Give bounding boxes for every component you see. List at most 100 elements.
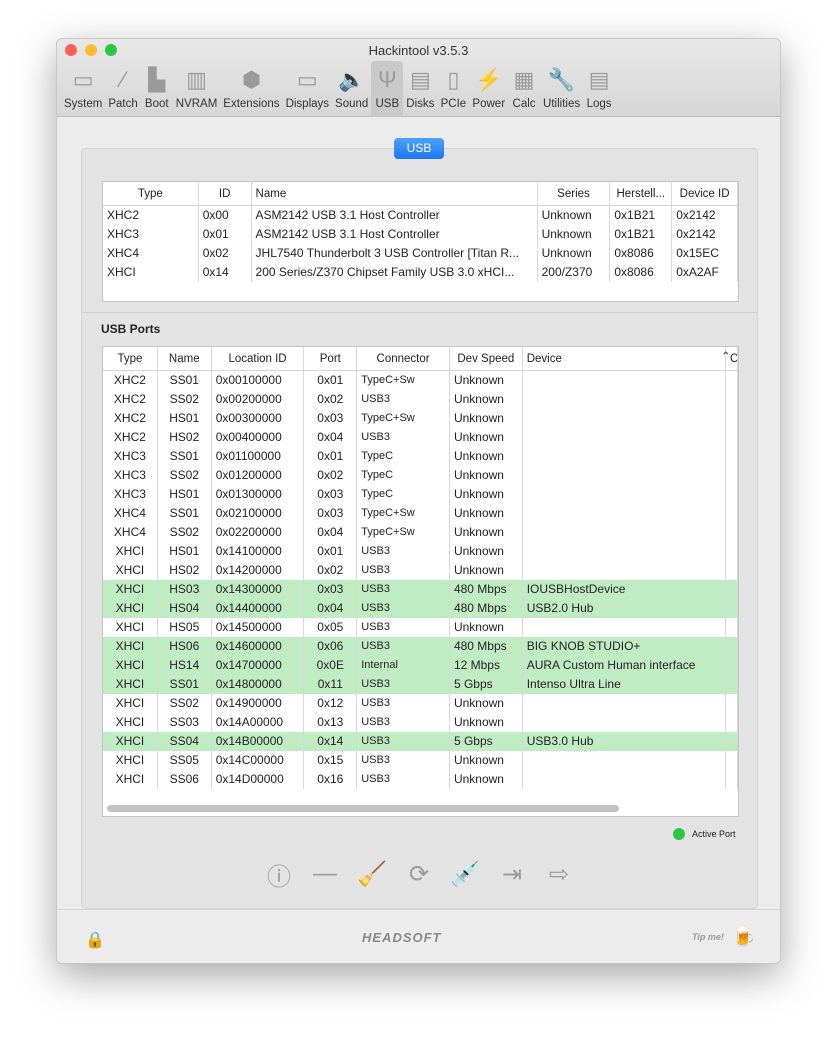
column-header[interactable]: Type bbox=[103, 182, 199, 205]
syringe-icon[interactable]: 💉 bbox=[450, 859, 480, 889]
table-row[interactable]: XHC3 HS01 0x01300000 0x03 TypeC ⌃ Unknown bbox=[103, 351, 738, 504]
table-cell: XHCI bbox=[103, 618, 158, 637]
table-row[interactable]: XHCI SS05 0x14C00000 0x15 USB3 ⌃ Unknown bbox=[103, 351, 738, 770]
table-cell: USB3.0 Hub bbox=[523, 732, 727, 751]
info-icon[interactable]: ⓘ bbox=[264, 859, 294, 891]
toolbar-displays[interactable]: ▭ Displays bbox=[283, 61, 332, 117]
table-row[interactable]: XHCI SS01 0x14800000 0x11 USB3 ⌃ 5 Gbps Intenso… bbox=[103, 351, 738, 694]
table-row[interactable]: XHCI SS04 0x14B00000 0x14 USB3 ⌃ 5 Gbps USB3.0 … bbox=[103, 351, 738, 751]
lock-icon[interactable]: 🔒 bbox=[85, 930, 105, 950]
toolbar-sound[interactable]: 🔈 Sound bbox=[332, 61, 371, 117]
toolbar-system[interactable]: ▭ System bbox=[61, 61, 105, 117]
table-cell: SS02 bbox=[158, 523, 212, 542]
column-header[interactable]: Name bbox=[158, 347, 212, 370]
table-row[interactable]: XHCI HS04 0x14400000 0x04 USB3 ⌃ 480 Mbps USB2.… bbox=[103, 351, 738, 618]
toolbar-disks[interactable]: ▤ Disks bbox=[403, 61, 437, 117]
table-cell: TypeC bbox=[357, 447, 450, 466]
table-row[interactable]: XHCI SS02 0x14900000 0x12 USB3 ⌃ Unknown bbox=[103, 351, 738, 713]
table-cell: 0x8086 bbox=[610, 263, 673, 282]
column-header[interactable]: Port bbox=[304, 347, 358, 370]
table-cell: 0x01200000 bbox=[212, 466, 305, 485]
table-cell: 0x03 bbox=[304, 580, 358, 599]
table-row[interactable]: XHC3 SS02 0x01200000 0x02 TypeC ⌃ Unknown bbox=[103, 351, 738, 485]
table-row[interactable]: XHC2 SS01 0x00100000 0x01 TypeC+Sw ⌃ Unknown bbox=[103, 351, 738, 390]
table-cell: BIG KNOB STUDIO+ bbox=[523, 637, 727, 656]
horizontal-scrollbar[interactable] bbox=[107, 805, 619, 812]
table-cell: SS06 bbox=[158, 770, 212, 789]
table-cell: Unknown bbox=[450, 371, 523, 390]
table-cell: XHC3 bbox=[103, 447, 158, 466]
toolbar-boot[interactable]: ▙ Boot bbox=[141, 61, 173, 117]
column-header[interactable]: Dev Speed bbox=[450, 347, 523, 370]
toolbar-calc[interactable]: ▦ Calc bbox=[508, 61, 540, 117]
system-icon: ▭ bbox=[72, 67, 94, 92]
toolbar-nvram[interactable]: ▥ NVRAM bbox=[173, 61, 221, 117]
table-cell: XHCI bbox=[103, 637, 158, 656]
toolbar-logs[interactable]: ▤ Logs bbox=[583, 61, 615, 117]
table-row[interactable]: XHCI HS01 0x14100000 0x01 USB3 ⌃ Unknown bbox=[103, 351, 738, 561]
table-row[interactable]: XHCI SS06 0x14D00000 0x16 USB3 ⌃ Unknown bbox=[103, 351, 738, 789]
table-cell: AURA Custom Human interface bbox=[523, 656, 727, 675]
table-row[interactable]: XHC3 SS01 0x01100000 0x01 TypeC ⌃ Unknown bbox=[103, 351, 738, 466]
table-row[interactable]: XHC4 0x02 JHL7540 Thunderbolt 3 USB Contro… bbox=[103, 244, 738, 263]
connector-stepper-icon[interactable]: ⌃ bbox=[722, 347, 730, 366]
table-cell: 0x14 bbox=[304, 732, 358, 751]
table-row[interactable]: XHC2 HS02 0x00400000 0x04 USB3 ⌃ Unknown bbox=[103, 351, 738, 447]
toolbar-pcie[interactable]: ▯ PCIe bbox=[437, 61, 469, 117]
table-cell: TypeC+Sw bbox=[357, 523, 450, 542]
beer-icon[interactable]: 🍺 bbox=[731, 924, 756, 949]
table-cell: XHC2 bbox=[103, 428, 158, 447]
toolbar-patch[interactable]: ⁄ Patch bbox=[105, 61, 140, 117]
table-row[interactable]: XHC2 HS01 0x00300000 0x03 TypeC+Sw ⌃ Unknown bbox=[103, 351, 738, 428]
table-cell bbox=[726, 599, 738, 618]
table-cell bbox=[726, 561, 738, 580]
table-cell: 0x02 bbox=[199, 244, 252, 263]
column-header[interactable]: Name bbox=[252, 182, 538, 205]
table-cell bbox=[726, 485, 738, 504]
export-icon[interactable]: ⇨ bbox=[544, 859, 574, 889]
table-row[interactable]: XHC3 0x01 ASM2142 USB 3.1 Host Controller U… bbox=[103, 225, 738, 244]
toolbar-utilities[interactable]: 🔧 Utilities bbox=[540, 61, 583, 117]
usb-segment-button[interactable]: USB bbox=[394, 138, 444, 159]
table-row[interactable]: XHCI 0x14 200 Series/Z370 Chipset Family U… bbox=[103, 263, 738, 282]
table-row[interactable]: XHCI HS14 0x14700000 0x0E Internal ⌃ 12 Mbps AU… bbox=[103, 351, 738, 675]
column-header[interactable]: Device bbox=[523, 347, 727, 370]
column-header[interactable]: Herstell... bbox=[610, 182, 673, 205]
column-header[interactable]: ID bbox=[199, 182, 252, 205]
column-header[interactable]: Type bbox=[103, 347, 158, 370]
table-cell: USB3 bbox=[357, 713, 450, 732]
table-cell: 0x04 bbox=[304, 599, 358, 618]
column-header[interactable]: Series bbox=[538, 182, 611, 205]
toolbar-label: Logs bbox=[586, 98, 612, 110]
table-cell: 0x05 bbox=[304, 618, 358, 637]
table-cell bbox=[726, 504, 738, 523]
column-header[interactable]: Location ID bbox=[212, 347, 305, 370]
table-cell: TypeC+Sw bbox=[357, 371, 450, 390]
table-row[interactable]: XHCI HS06 0x14600000 0x06 USB3 ⌃ 480 Mbps BIG K… bbox=[103, 351, 738, 656]
toolbar-usb[interactable]: Ψ USB bbox=[371, 61, 404, 117]
table-row[interactable]: XHC4 SS02 0x02200000 0x04 TypeC+Sw ⌃ Unknown bbox=[103, 351, 738, 542]
table-cell: JHL7540 Thunderbolt 3 USB Controller [Ti… bbox=[252, 244, 538, 263]
table-row[interactable]: XHC2 SS02 0x00200000 0x02 USB3 ⌃ Unknown bbox=[103, 351, 738, 409]
table-cell: 0x14500000 bbox=[212, 618, 305, 637]
tip-me-link[interactable]: Tip me! bbox=[692, 932, 724, 942]
toolbar-power[interactable]: ⚡ Power bbox=[469, 61, 508, 117]
import-icon[interactable]: ⇥ bbox=[497, 859, 527, 889]
legend-active-port: Active Port bbox=[673, 828, 736, 840]
toolbar-extensions[interactable]: ⬢ Extensions bbox=[220, 61, 282, 117]
table-cell: 0x14C00000 bbox=[212, 751, 305, 770]
table-row[interactable]: XHCI HS03 0x14300000 0x03 USB3 ⌃ 480 Mbps IOUSB… bbox=[103, 351, 738, 599]
table-cell: 0x8086 bbox=[610, 244, 673, 263]
broom-icon[interactable]: 🧹 bbox=[357, 859, 387, 889]
table-row[interactable]: XHC4 SS01 0x02100000 0x03 TypeC+Sw ⌃ Unknown bbox=[103, 351, 738, 523]
column-header[interactable]: Connector bbox=[357, 347, 450, 370]
table-row[interactable]: XHC2 0x00 ASM2142 USB 3.1 Host Controller U… bbox=[103, 206, 738, 225]
minus-icon[interactable]: — bbox=[310, 859, 340, 889]
table-row[interactable]: XHCI HS02 0x14200000 0x02 USB3 ⌃ Unknown bbox=[103, 351, 738, 580]
table-row[interactable]: XHCI SS03 0x14A00000 0x13 USB3 ⌃ Unknown bbox=[103, 351, 738, 732]
table-row[interactable]: XHCI HS05 0x14500000 0x05 USB3 ⌃ Unknown bbox=[103, 351, 738, 637]
column-header[interactable]: Device ID bbox=[672, 182, 738, 205]
table-cell: 0x00200000 bbox=[212, 390, 305, 409]
refresh-icon[interactable]: ⟳ bbox=[404, 859, 434, 889]
table-cell: 0x14300000 bbox=[212, 580, 305, 599]
